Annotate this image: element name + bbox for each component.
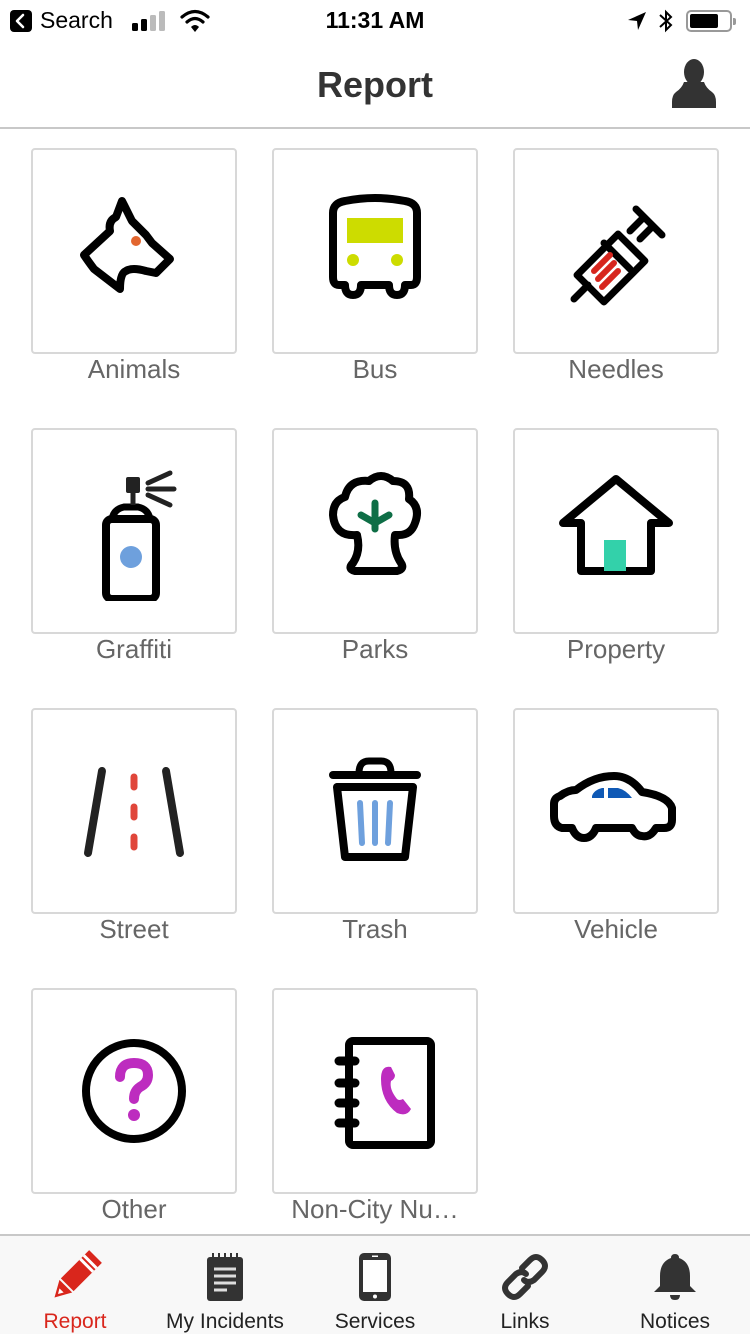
house-icon (559, 475, 673, 575)
location-arrow-icon (628, 12, 646, 30)
category-label: Parks (341, 634, 409, 664)
road-icon (84, 767, 184, 857)
category-label: Animals (87, 354, 181, 384)
category-property[interactable]: Property (513, 428, 719, 668)
category-label: Other (101, 1194, 167, 1224)
link-icon (502, 1254, 548, 1300)
category-trash[interactable]: Trash (272, 708, 478, 948)
category-label: Property (566, 634, 666, 664)
spray-can-icon (102, 470, 177, 601)
tab-links[interactable]: Links (450, 1236, 600, 1334)
tab-label: Links (500, 1310, 550, 1333)
pencil-icon (54, 1250, 102, 1298)
category-street[interactable]: Street (31, 708, 237, 948)
tab-label: Notices (639, 1310, 711, 1333)
dog-icon (80, 197, 174, 293)
category-graffiti[interactable]: Graffiti (31, 428, 237, 668)
battery-icon (686, 10, 736, 32)
category-animals[interactable]: Animals (31, 148, 237, 388)
syringe-icon (570, 205, 666, 306)
tab-services[interactable]: Services (300, 1236, 450, 1334)
category-label: Street (99, 914, 169, 944)
category-non-city-numbers[interactable]: Non-City Nu… (272, 988, 478, 1228)
bus-icon (329, 194, 421, 299)
navigation-bar: Report (0, 40, 750, 129)
car-icon (550, 772, 676, 842)
category-needles[interactable]: Needles (513, 148, 719, 388)
category-label: Trash (342, 914, 408, 944)
category-label: Graffiti (95, 634, 173, 664)
phone-book-icon (334, 1037, 435, 1149)
category-label: Needles (568, 354, 664, 384)
notepad-icon (207, 1253, 243, 1301)
trash-can-icon (329, 757, 421, 861)
tab-label: Report (43, 1310, 107, 1333)
smartphone-icon (359, 1253, 391, 1301)
category-label: Vehicle (574, 914, 658, 944)
category-parks[interactable]: Parks (272, 428, 478, 668)
category-label: Bus (352, 354, 398, 384)
tab-notices[interactable]: Notices (600, 1236, 750, 1334)
category-bus[interactable]: Bus (272, 148, 478, 388)
tab-label: Services (334, 1310, 416, 1333)
tree-icon (329, 472, 421, 575)
category-vehicle[interactable]: Vehicle (513, 708, 719, 948)
tab-my-incidents[interactable]: My Incidents (150, 1236, 300, 1334)
question-icon (82, 1039, 186, 1143)
tab-bar: Report My Incidents Services Links Notic… (0, 1234, 750, 1334)
page-title: Report (317, 64, 433, 105)
bluetooth-icon (659, 9, 673, 33)
tab-label: My Incidents (166, 1310, 284, 1333)
profile-icon[interactable] (672, 58, 716, 108)
status-bar: Search 11:31 AM (0, 0, 750, 40)
category-label: Non-City Nu… (291, 1194, 459, 1224)
category-other[interactable]: Other (31, 988, 237, 1228)
tab-report[interactable]: Report (0, 1236, 150, 1334)
bell-icon (654, 1254, 696, 1300)
